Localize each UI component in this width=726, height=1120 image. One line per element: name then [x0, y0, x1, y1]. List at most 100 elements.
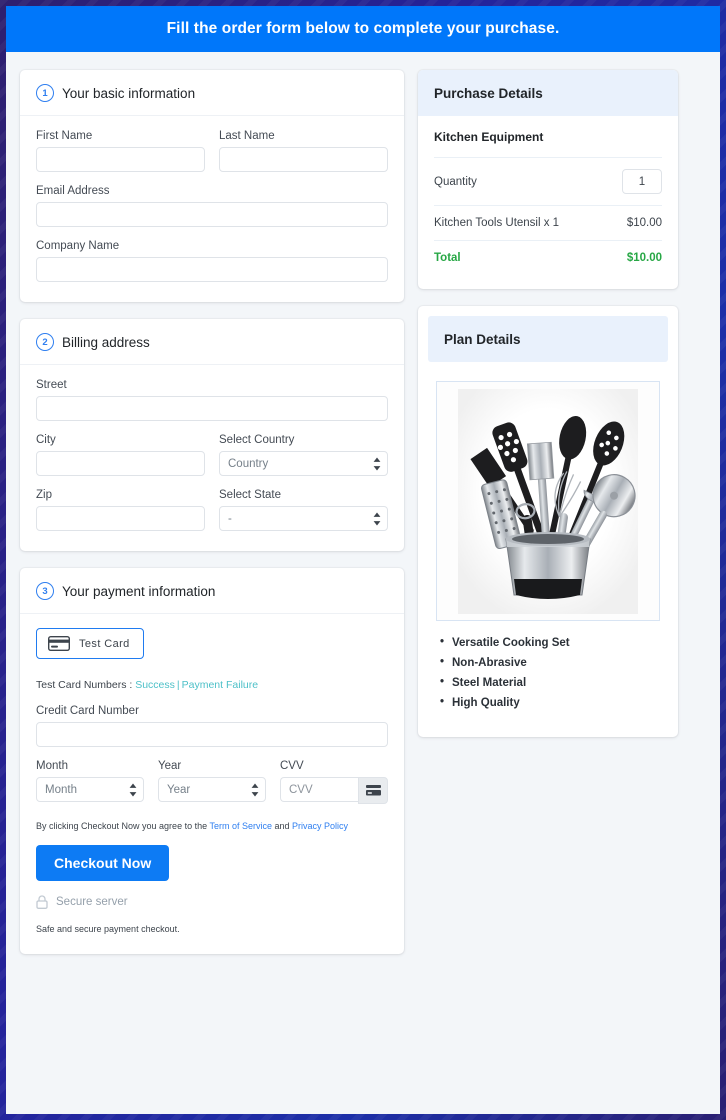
city-input[interactable] [36, 451, 205, 476]
term-of-service-link[interactable]: Term of Service [209, 821, 272, 831]
month-label: Month [36, 760, 68, 772]
test-card-numbers: Test Card Numbers : Success | Payment Fail… [36, 679, 388, 691]
test-card-tab[interactable]: Test Card [36, 628, 144, 659]
success-card-link[interactable]: Success [135, 679, 175, 691]
basic-information-body: First Name Last Name Email Address Compa… [20, 116, 404, 302]
chevron-updown-icon [373, 512, 381, 525]
state-select[interactable]: - [219, 506, 388, 531]
chevron-updown-icon [129, 783, 137, 796]
billing-address-title: Billing address [62, 334, 150, 350]
purchase-product-name: Kitchen Equipment [434, 116, 662, 158]
basic-information-header: 1 Your basic information [20, 70, 404, 116]
quantity-row: Quantity [434, 158, 662, 206]
total-label: Total [434, 252, 461, 264]
payment-failure-card-link[interactable]: Payment Failure [182, 679, 258, 691]
kitchen-utensil-set-icon [458, 388, 638, 614]
list-item: High Quality [440, 696, 668, 709]
chevron-updown-icon [373, 457, 381, 470]
cvv-input[interactable] [280, 777, 358, 802]
select-state-label: Select State [219, 489, 282, 501]
country-select[interactable]: Country [219, 451, 388, 476]
purchase-details-header: Purchase Details [418, 70, 678, 116]
privacy-policy-link[interactable]: Privacy Policy [292, 821, 348, 831]
company-name-label: Company Name [36, 240, 120, 252]
cvv-help-button[interactable] [358, 777, 388, 804]
terms-prefix: By clicking Checkout Now you agree to th… [36, 821, 210, 831]
month-select[interactable]: Month [36, 777, 144, 802]
credit-card-icon [48, 636, 70, 651]
secure-server-label: Secure server [56, 896, 128, 908]
list-item: Versatile Cooking Set [440, 636, 668, 649]
plan-feature-list: Versatile Cooking Set Non-Abrasive Steel… [428, 636, 668, 709]
zip-input[interactable] [36, 506, 205, 531]
first-name-label: First Name [36, 130, 93, 142]
lock-icon [36, 895, 48, 909]
step-badge-2: 2 [36, 333, 54, 351]
email-label: Email Address [36, 185, 110, 197]
month-select-value: Month [45, 783, 77, 796]
year-select-value: Year [167, 783, 191, 796]
cvv-label: CVV [280, 760, 304, 772]
credit-card-number-input[interactable] [36, 722, 388, 747]
step-badge-1: 1 [36, 84, 54, 102]
payment-information-card: 3 Your payment information Test Card Tes… [20, 568, 404, 954]
test-card-tab-label: Test Card [79, 637, 130, 650]
year-label: Year [158, 760, 182, 772]
year-select[interactable]: Year [158, 777, 266, 802]
cvv-input-group [280, 777, 388, 804]
quantity-label: Quantity [434, 175, 477, 188]
zip-label: Zip [36, 489, 52, 501]
secure-server-note: Secure server [36, 895, 388, 909]
billing-address-header: 2 Billing address [20, 319, 404, 365]
content-area: 1 Your basic information First Name Last… [6, 52, 720, 971]
list-item: Steel Material [440, 676, 668, 689]
state-select-value: - [228, 512, 232, 525]
checkout-page: Fill the order form below to complete yo… [6, 6, 720, 1114]
chevron-updown-icon [251, 783, 259, 796]
credit-card-icon [365, 785, 381, 796]
payment-information-header: 3 Your payment information [20, 568, 404, 614]
billing-address-card: 2 Billing address Street City Select Cou… [20, 319, 404, 551]
page-banner: Fill the order form below to complete yo… [6, 6, 720, 52]
basic-information-title: Your basic information [62, 85, 196, 101]
test-card-numbers-prefix: Test Card Numbers : [36, 679, 136, 691]
basic-information-card: 1 Your basic information First Name Last… [20, 70, 404, 302]
terms-mid: and [271, 821, 292, 831]
first-name-input[interactable] [36, 147, 205, 172]
plan-product-image [436, 381, 660, 621]
billing-address-body: Street City Select Country Country Zip S… [20, 365, 404, 551]
list-item: Non-Abrasive [440, 656, 668, 669]
last-name-input[interactable] [219, 147, 388, 172]
line-item-price: $10.00 [626, 217, 662, 229]
banner-text: Fill the order form below to complete yo… [166, 20, 560, 37]
test-card-separator: | [176, 679, 180, 691]
company-name-input[interactable] [36, 257, 388, 282]
plan-details-card: Plan Details • Versatile Cooking Set • N… [418, 306, 678, 737]
plan-details-title: Plan Details [444, 332, 521, 347]
email-input[interactable] [36, 202, 388, 227]
safe-checkout-note: Safe and secure payment checkout. [36, 924, 180, 934]
credit-card-number-label: Credit Card Number [36, 705, 139, 717]
plan-details-header: Plan Details [428, 316, 668, 362]
checkout-now-button[interactable]: Checkout Now [36, 845, 170, 881]
total-price: $10.00 [626, 252, 662, 264]
purchase-details-card: Purchase Details Kitchen Equipment Quant… [418, 70, 678, 289]
payment-information-body: Test Card Test Card Numbers : Success | Pa… [20, 614, 404, 954]
country-select-value: Country [228, 457, 269, 470]
payment-information-title: Your payment information [62, 583, 216, 599]
city-label: City [36, 434, 56, 446]
total-row: Total $10.00 [434, 241, 662, 275]
step-badge-3: 3 [36, 582, 54, 600]
line-item-label: Kitchen Tools Utensil x 1 [434, 217, 560, 229]
form-column: 1 Your basic information First Name Last… [20, 70, 404, 971]
select-country-label: Select Country [219, 434, 295, 446]
terms-text: By clicking Checkout Now you agree to th… [36, 821, 388, 831]
line-item-row: Kitchen Tools Utensil x 1 $10.00 [434, 206, 662, 241]
summary-column: Purchase Details Kitchen Equipment Quant… [418, 70, 678, 737]
street-input[interactable] [36, 396, 388, 421]
street-label: Street [36, 379, 67, 391]
purchase-details-body: Kitchen Equipment Quantity Kitchen Tools… [418, 116, 678, 289]
quantity-input[interactable] [622, 169, 662, 194]
last-name-label: Last Name [219, 130, 275, 142]
purchase-details-title: Purchase Details [434, 86, 543, 101]
